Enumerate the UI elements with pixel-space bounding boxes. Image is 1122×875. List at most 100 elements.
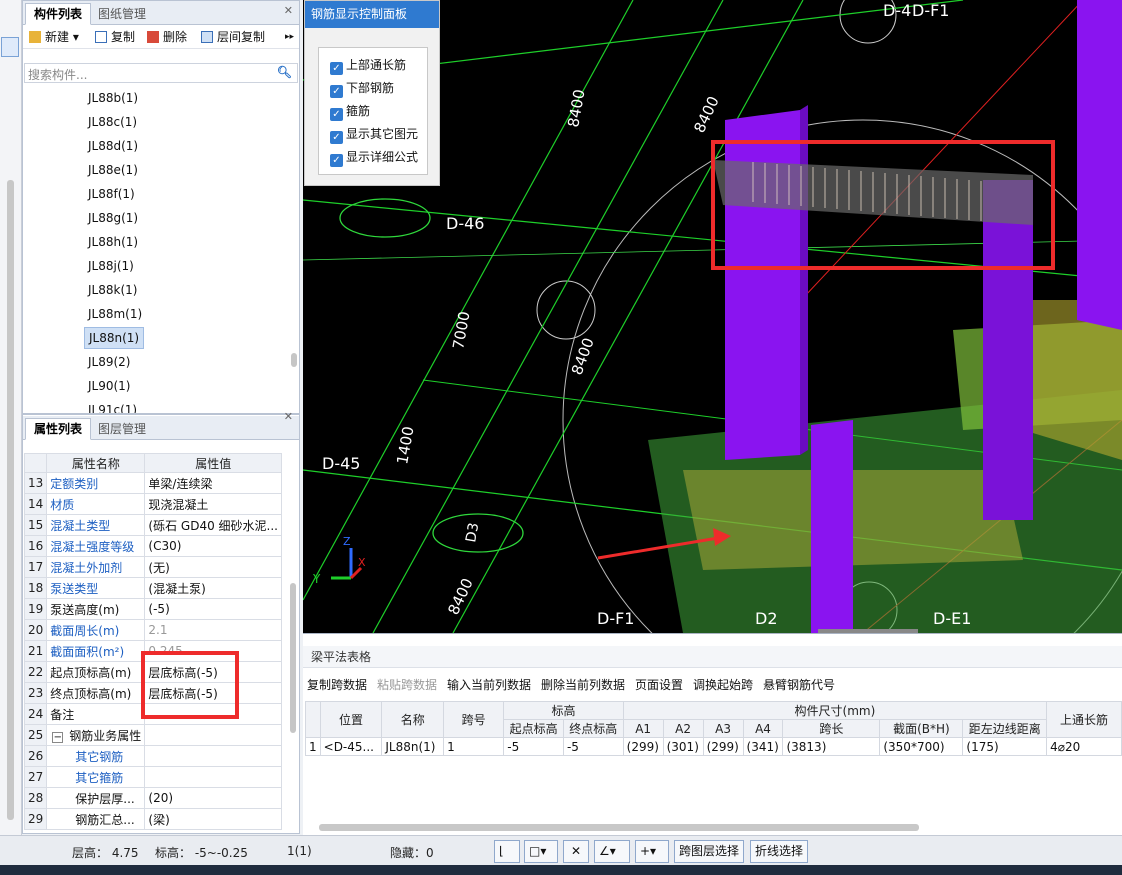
list-item[interactable]: JL89(2) (84, 351, 135, 373)
cell-top-bar[interactable]: 4⌀20 (1046, 737, 1122, 756)
list-item[interactable]: JL88m(1) (84, 303, 146, 325)
checkbox-bottom-rebar[interactable]: ✓ 下部钢筋 (330, 80, 394, 98)
cell-a4[interactable]: (341) (742, 737, 784, 756)
copy-button[interactable]: 复制 (95, 29, 135, 45)
cancel-cross-icon[interactable]: ✕ (563, 840, 589, 863)
tab-layer-management[interactable]: 图层管理 (89, 418, 155, 440)
cell-span-length[interactable]: (3813) (782, 737, 881, 756)
property-value[interactable]: (-5) (144, 598, 282, 620)
table-row[interactable]: 15 混凝土类型 (砾石 GD40 细砂水泥... (23, 514, 282, 536)
checkbox-show-other[interactable]: ✓ 显示其它图元 (330, 126, 418, 144)
list-item[interactable]: JL88b(1) (84, 87, 142, 109)
property-value[interactable]: (梁) (144, 808, 282, 830)
close-icon[interactable]: ✕ (284, 410, 293, 423)
cell-a2[interactable]: (301) (662, 737, 704, 756)
header-a3: A3 (702, 719, 744, 738)
collapse-toggle-icon[interactable]: − (52, 731, 64, 743)
list-item[interactable]: JL88e(1) (84, 159, 142, 181)
cell-span-no[interactable]: 1 (443, 737, 505, 756)
angle-tool-icon[interactable]: ∠▾ (594, 840, 630, 863)
list-item[interactable]: JL88j(1) (84, 255, 138, 277)
table-row[interactable]: 13 定额类别 单梁/连续梁 (23, 472, 282, 494)
table-row[interactable]: 1 <D-45... JL88n(1) 1 -5 -5 (299) (301) … (305, 737, 1122, 756)
tab-property-list[interactable]: 属性列表 (25, 418, 92, 440)
property-name: 保护层厚... (46, 787, 146, 809)
search-input[interactable]: 搜索构件... 🔍︎ (24, 63, 298, 83)
list-item-selected[interactable]: JL88n(1) (84, 327, 145, 349)
table-row[interactable]: 18 泵送类型 (混凝土泵) (23, 577, 282, 599)
left-scrollbar[interactable] (7, 180, 14, 820)
x-axis-label: X (358, 556, 366, 569)
tab-component-list[interactable]: 构件列表 (25, 3, 92, 25)
property-value[interactable]: (无) (144, 556, 282, 578)
row-number: 25 (23, 724, 48, 746)
cell-a3[interactable]: (299) (702, 737, 744, 756)
list-item[interactable]: JL88d(1) (84, 135, 142, 157)
paste-span-button[interactable]: 粘贴跨数据 (377, 676, 437, 693)
module-icon[interactable] (1, 37, 19, 57)
offset-tool-icon[interactable]: +▾ (635, 840, 669, 863)
table-row[interactable]: 14 材质 现浇混凝土 (23, 493, 282, 515)
tab-drawing-management[interactable]: 图纸管理 (89, 3, 155, 25)
list-item[interactable]: JL88c(1) (84, 111, 141, 133)
ortho-icon[interactable]: ⌊ (494, 840, 520, 863)
property-value[interactable]: 单梁/连续梁 (144, 472, 282, 494)
cell-position[interactable]: <D-45... (319, 737, 383, 756)
cantilever-code-button[interactable]: 悬臂钢筋代号 (763, 676, 835, 693)
property-list-panel: 属性列表 图层管理 ✕ 属性名称 属性值 13 定额类别 单梁/连续梁 14 材质 现浇… (22, 410, 300, 834)
search-icon[interactable]: 🔍︎ (277, 65, 292, 79)
horizontal-scrollbar[interactable] (319, 824, 919, 831)
delete-icon (147, 31, 159, 43)
table-row[interactable]: 16 混凝土强度等级 (C30) (23, 535, 282, 557)
property-value[interactable] (144, 745, 282, 767)
list-item[interactable]: JL90(1) (84, 375, 135, 397)
property-scrollbar[interactable] (290, 583, 296, 733)
property-value[interactable]: (20) (144, 787, 282, 809)
close-icon[interactable]: ✕ (284, 4, 293, 17)
table-row-group[interactable]: 25− 钢筋业务属性 (23, 724, 282, 746)
checkbox-show-formula[interactable]: ✓ 显示详细公式 (330, 149, 418, 167)
floor-copy-button[interactable]: 层间复制 (201, 29, 265, 45)
property-value[interactable]: (C30) (144, 535, 282, 557)
cell-section[interactable]: (350*700) (879, 737, 964, 756)
list-item[interactable]: JL88h(1) (84, 231, 142, 253)
page-setup-button[interactable]: 页面设置 (635, 676, 683, 693)
tree-scrollbar[interactable] (291, 353, 297, 367)
property-value[interactable]: 现浇混凝土 (144, 493, 282, 515)
input-column-button[interactable]: 输入当前列数据 (447, 676, 531, 693)
more-button[interactable]: ▸▸ (285, 29, 294, 45)
checkbox-stirrup[interactable]: ✓ 箍筋 (330, 103, 370, 121)
list-item[interactable]: JL88f(1) (84, 183, 139, 205)
swap-start-span-button[interactable]: 调换起始跨 (693, 676, 753, 693)
table-row[interactable]: 17 混凝土外加剂 (无) (23, 556, 282, 578)
snap-mode-icon[interactable]: □▾ (524, 840, 558, 863)
delete-column-button[interactable]: 删除当前列数据 (541, 676, 625, 693)
new-button[interactable]: 新建 ▾ (29, 29, 79, 45)
list-item[interactable]: JL88g(1) (84, 207, 142, 229)
polyline-select-button[interactable]: 折线选择 (750, 840, 809, 863)
cell-a1[interactable]: (299) (622, 737, 664, 756)
delete-button[interactable]: 删除 (147, 29, 187, 45)
property-name: − 钢筋业务属性 (46, 724, 146, 746)
table-row[interactable]: 28 保护层厚... (20) (23, 787, 282, 809)
cell-name[interactable]: JL88n(1) (381, 737, 445, 756)
header-position: 位置 (319, 701, 383, 738)
table-row[interactable]: 26 其它钢筋 (23, 745, 282, 767)
header-end-elev: 终点标高 (562, 719, 624, 738)
list-item[interactable]: JL91c(1) (84, 399, 141, 413)
table-row[interactable]: 19 泵送高度(m) (-5) (23, 598, 282, 620)
cross-layer-select-button[interactable]: 跨图层选择 (674, 840, 745, 863)
table-row[interactable]: 29 钢筋汇总... (梁) (23, 808, 282, 830)
table-row[interactable]: 20 截面周长(m) 2.1 (23, 619, 282, 641)
copy-span-button[interactable]: 复制跨数据 (307, 676, 367, 693)
property-name: 终点顶标高(m) (46, 682, 146, 704)
cell-edge-distance[interactable]: (175) (962, 737, 1048, 756)
property-value[interactable]: (砾石 GD40 细砂水泥... (144, 514, 282, 536)
list-item[interactable]: JL88k(1) (84, 279, 141, 301)
table-row[interactable]: 27 其它箍筋 (23, 766, 282, 788)
cell-end-elev[interactable]: -5 (562, 737, 624, 756)
checkbox-top-rebar[interactable]: ✓ 上部通长筋 (330, 57, 406, 75)
property-value[interactable] (144, 766, 282, 788)
property-value[interactable]: (混凝土泵) (144, 577, 282, 599)
cell-start-elev[interactable]: -5 (503, 737, 564, 756)
